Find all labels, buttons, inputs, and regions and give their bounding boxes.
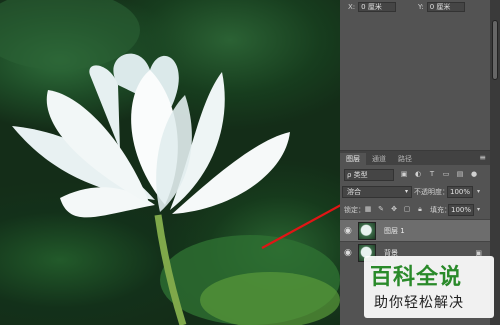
tab-paths[interactable]: 路径 [392,153,418,165]
image-filter-icon[interactable]: ▣ [400,169,408,179]
scrollbar-thumb[interactable] [492,20,498,80]
document-canvas[interactable] [0,0,340,325]
transform-coords: X: 0 厘米 Y: 0 厘米 [340,0,490,14]
filter-icons: ▣ ◐ T ▭ ▤ ● [400,169,478,179]
fill-chevron-icon[interactable]: ▾ [477,206,480,213]
lock-transparent-icon[interactable]: ▦ [364,204,372,214]
smart-object-filter-icon[interactable]: ▤ [456,169,464,179]
y-input[interactable]: 0 厘米 [426,2,465,12]
watermark-logo: 百科全说 助你轻松解决 [364,256,494,318]
lock-label: 锁定： [344,206,365,214]
lock-icons: ▦ ✎ ✥ ▢ 🔒︎ [364,204,424,214]
adjustment-filter-icon[interactable]: ◐ [414,169,422,179]
y-coord: Y: 0 厘米 [418,2,465,12]
visibility-eye-icon[interactable]: ◉ [344,226,352,236]
opacity-chevron-icon[interactable]: ▾ [477,188,480,195]
x-coord: X: 0 厘米 [348,2,397,12]
layer-row[interactable]: ◉ 图层 1 [340,219,490,241]
panel-tabs: 图层 通道 路径 ≡ [340,151,490,165]
lock-position-icon[interactable]: ✥ [390,204,398,214]
lock-all-icon[interactable]: 🔒︎ [416,204,424,214]
watermark-title: 百科全说 [370,265,463,290]
panel-menu-icon[interactable]: ≡ [479,153,486,162]
layer-thumbnail [358,221,376,240]
watermark-subtitle: 助你轻松解决 [374,295,464,311]
opacity-label: 不透明度： [414,188,449,196]
blend-mode-select[interactable]: 溶合 ▾ [342,186,412,198]
lock-pixels-icon[interactable]: ✎ [377,204,385,214]
x-input[interactable]: 0 厘米 [358,2,397,12]
filter-toggle-icon[interactable]: ● [470,169,478,179]
layer-filter-select[interactable]: ρ 类型 [344,169,394,181]
chevron-down-icon: ▾ [404,188,408,195]
fill-input[interactable]: 100% [448,204,474,216]
tab-channels[interactable]: 通道 [366,153,392,165]
y-label: Y: [418,3,424,11]
layer-name: 图层 1 [384,226,405,235]
tab-layers[interactable]: 图层 [340,153,366,165]
lock-artboard-icon[interactable]: ▢ [403,204,411,214]
visibility-eye-icon[interactable]: ◉ [344,248,352,258]
opacity-input[interactable]: 100% [447,186,473,198]
properties-area [340,14,490,150]
shape-filter-icon[interactable]: ▭ [442,169,450,179]
x-label: X: [348,3,356,11]
blend-mode-value: 溶合 [347,188,361,196]
lotus-photo [0,0,340,325]
type-filter-icon[interactable]: T [428,169,436,179]
